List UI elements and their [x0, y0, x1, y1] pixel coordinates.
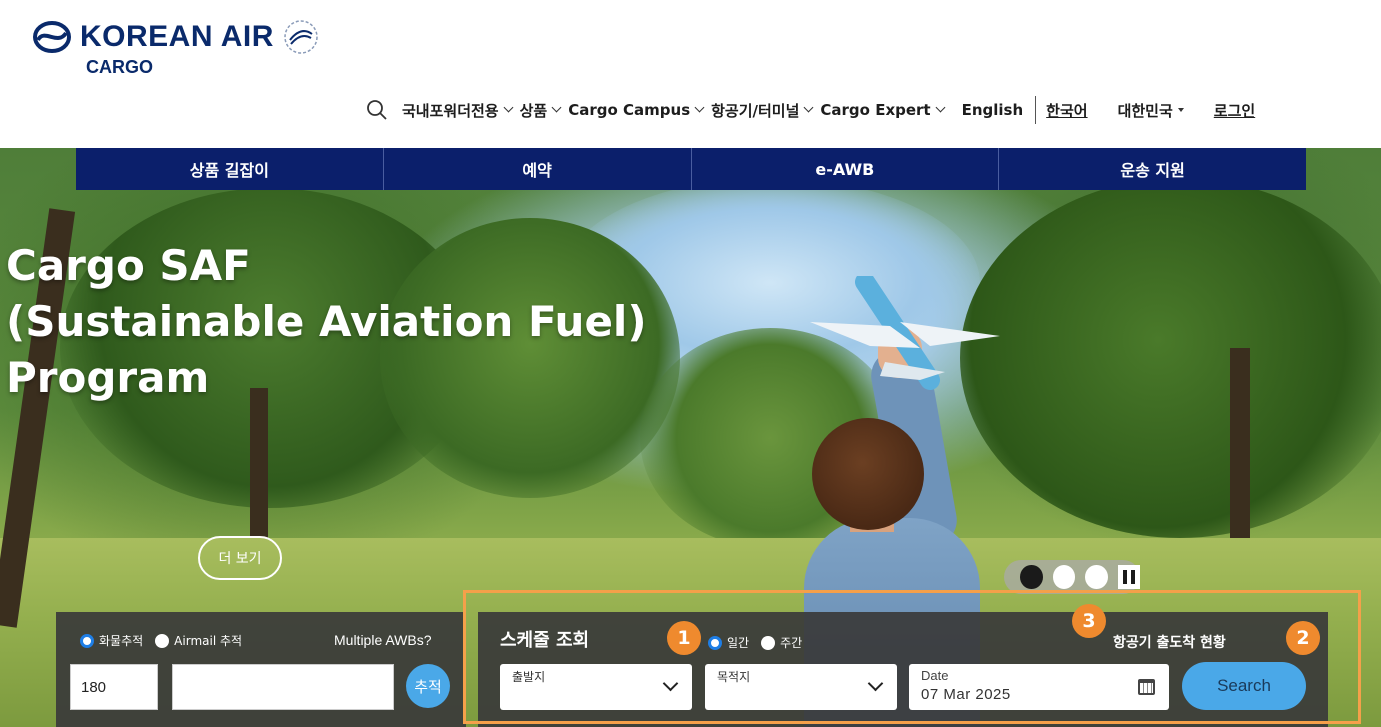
hero-headline-line: Program	[6, 353, 210, 402]
nav-divider	[1035, 96, 1037, 124]
korean-air-taeguk-logo	[33, 21, 71, 53]
chevron-down-icon	[694, 102, 705, 113]
pause-icon[interactable]	[1117, 565, 1140, 589]
radio-cargo-tracking-label: 화물추적	[99, 634, 144, 648]
tracking-options: 화물추적 Airmail 추적	[80, 632, 254, 649]
nav-item-cargo-expert[interactable]: Cargo Expert	[820, 101, 946, 119]
nav-item-forwarder[interactable]: 국내포워더전용	[402, 100, 514, 121]
carousel-controls	[1004, 560, 1140, 594]
skyteam-emblem	[284, 20, 318, 54]
radio-airmail-tracking-label: Airmail 추적	[174, 634, 243, 648]
hero-headline: Cargo SAF (Sustainable Aviation Fuel) Pr…	[6, 238, 647, 406]
nav-item-label: Cargo Expert	[820, 101, 931, 119]
search-icon[interactable]	[366, 99, 388, 121]
annotation-highlight-box	[463, 590, 1361, 724]
nav-item-label: Cargo Campus	[568, 101, 691, 119]
brand-sub: CARGO	[86, 57, 153, 77]
chevron-down-icon	[935, 102, 946, 113]
region-label: 대한민국	[1117, 101, 1173, 120]
nav-item-aircraft-terminal[interactable]: 항공기/터미널	[711, 100, 814, 121]
radio-cargo-tracking[interactable]	[80, 633, 94, 648]
login-link[interactable]: 로그인	[1214, 100, 1255, 121]
annotation-badge-3: 3	[1072, 604, 1106, 638]
more-button[interactable]: 더 보기	[198, 536, 282, 580]
annotation-badge-2: 2	[1286, 621, 1320, 655]
hero-kid-head	[812, 418, 924, 530]
multiple-awbs-link[interactable]: Multiple AWBs?	[334, 632, 432, 648]
tab-e-awb[interactable]: e-AWB	[692, 148, 1000, 190]
radio-airmail-tracking[interactable]	[155, 633, 170, 648]
tab-shipping-support[interactable]: 운송 지원	[999, 148, 1306, 190]
lang-korean-link[interactable]: 한국어	[1046, 100, 1087, 121]
nav-item-products[interactable]: 상품	[519, 100, 562, 121]
nav-item-label: 상품	[519, 101, 548, 120]
hero-tree-trunk	[1230, 348, 1250, 538]
chevron-down-icon	[503, 102, 514, 113]
tab-booking[interactable]: 예약	[384, 148, 692, 190]
carousel-dot-3[interactable]	[1085, 565, 1108, 589]
lang-english-link[interactable]: English	[962, 101, 1024, 119]
hero-headline-line: Cargo SAF	[6, 241, 251, 290]
carousel-dot-1[interactable]	[1020, 565, 1043, 589]
main-nav: 국내포워더전용 상품 Cargo Campus 항공기/터미널 Cargo Ex…	[366, 96, 1263, 124]
toy-airplane-illustration	[810, 276, 1000, 390]
region-select[interactable]: 대한민국	[1118, 100, 1184, 121]
awb-number-input[interactable]	[172, 664, 394, 710]
tracking-panel: 화물추적 Airmail 추적 Multiple AWBs? 180 추적	[56, 612, 466, 727]
annotation-badge-1: 1	[667, 621, 701, 655]
nav-item-label: 국내포워더전용	[402, 101, 499, 120]
hero-headline-line: (Sustainable Aviation Fuel)	[6, 297, 647, 346]
brand-logo[interactable]: KOREAN AIR	[32, 18, 320, 56]
hero-tree	[960, 178, 1381, 538]
awb-prefix-input[interactable]: 180	[70, 664, 158, 710]
service-tab-bar: 상품 길잡이 예약 e-AWB 운송 지원	[76, 148, 1306, 190]
chevron-down-icon	[551, 102, 562, 113]
nav-item-cargo-campus[interactable]: Cargo Campus	[568, 101, 705, 119]
nav-item-label: 항공기/터미널	[711, 101, 800, 120]
site-header: KOREAN AIR CARGO 국내포워더전용 상품 Cargo Campus…	[0, 0, 1381, 148]
brand-name: KOREAN AIR	[80, 20, 274, 53]
carousel-dot-2[interactable]	[1052, 565, 1075, 589]
caret-down-icon	[1177, 108, 1184, 112]
chevron-down-icon	[803, 102, 814, 113]
track-button[interactable]: 추적	[406, 664, 450, 708]
hero-tree-trunk	[250, 388, 268, 538]
tab-product-guide[interactable]: 상품 길잡이	[76, 148, 384, 190]
